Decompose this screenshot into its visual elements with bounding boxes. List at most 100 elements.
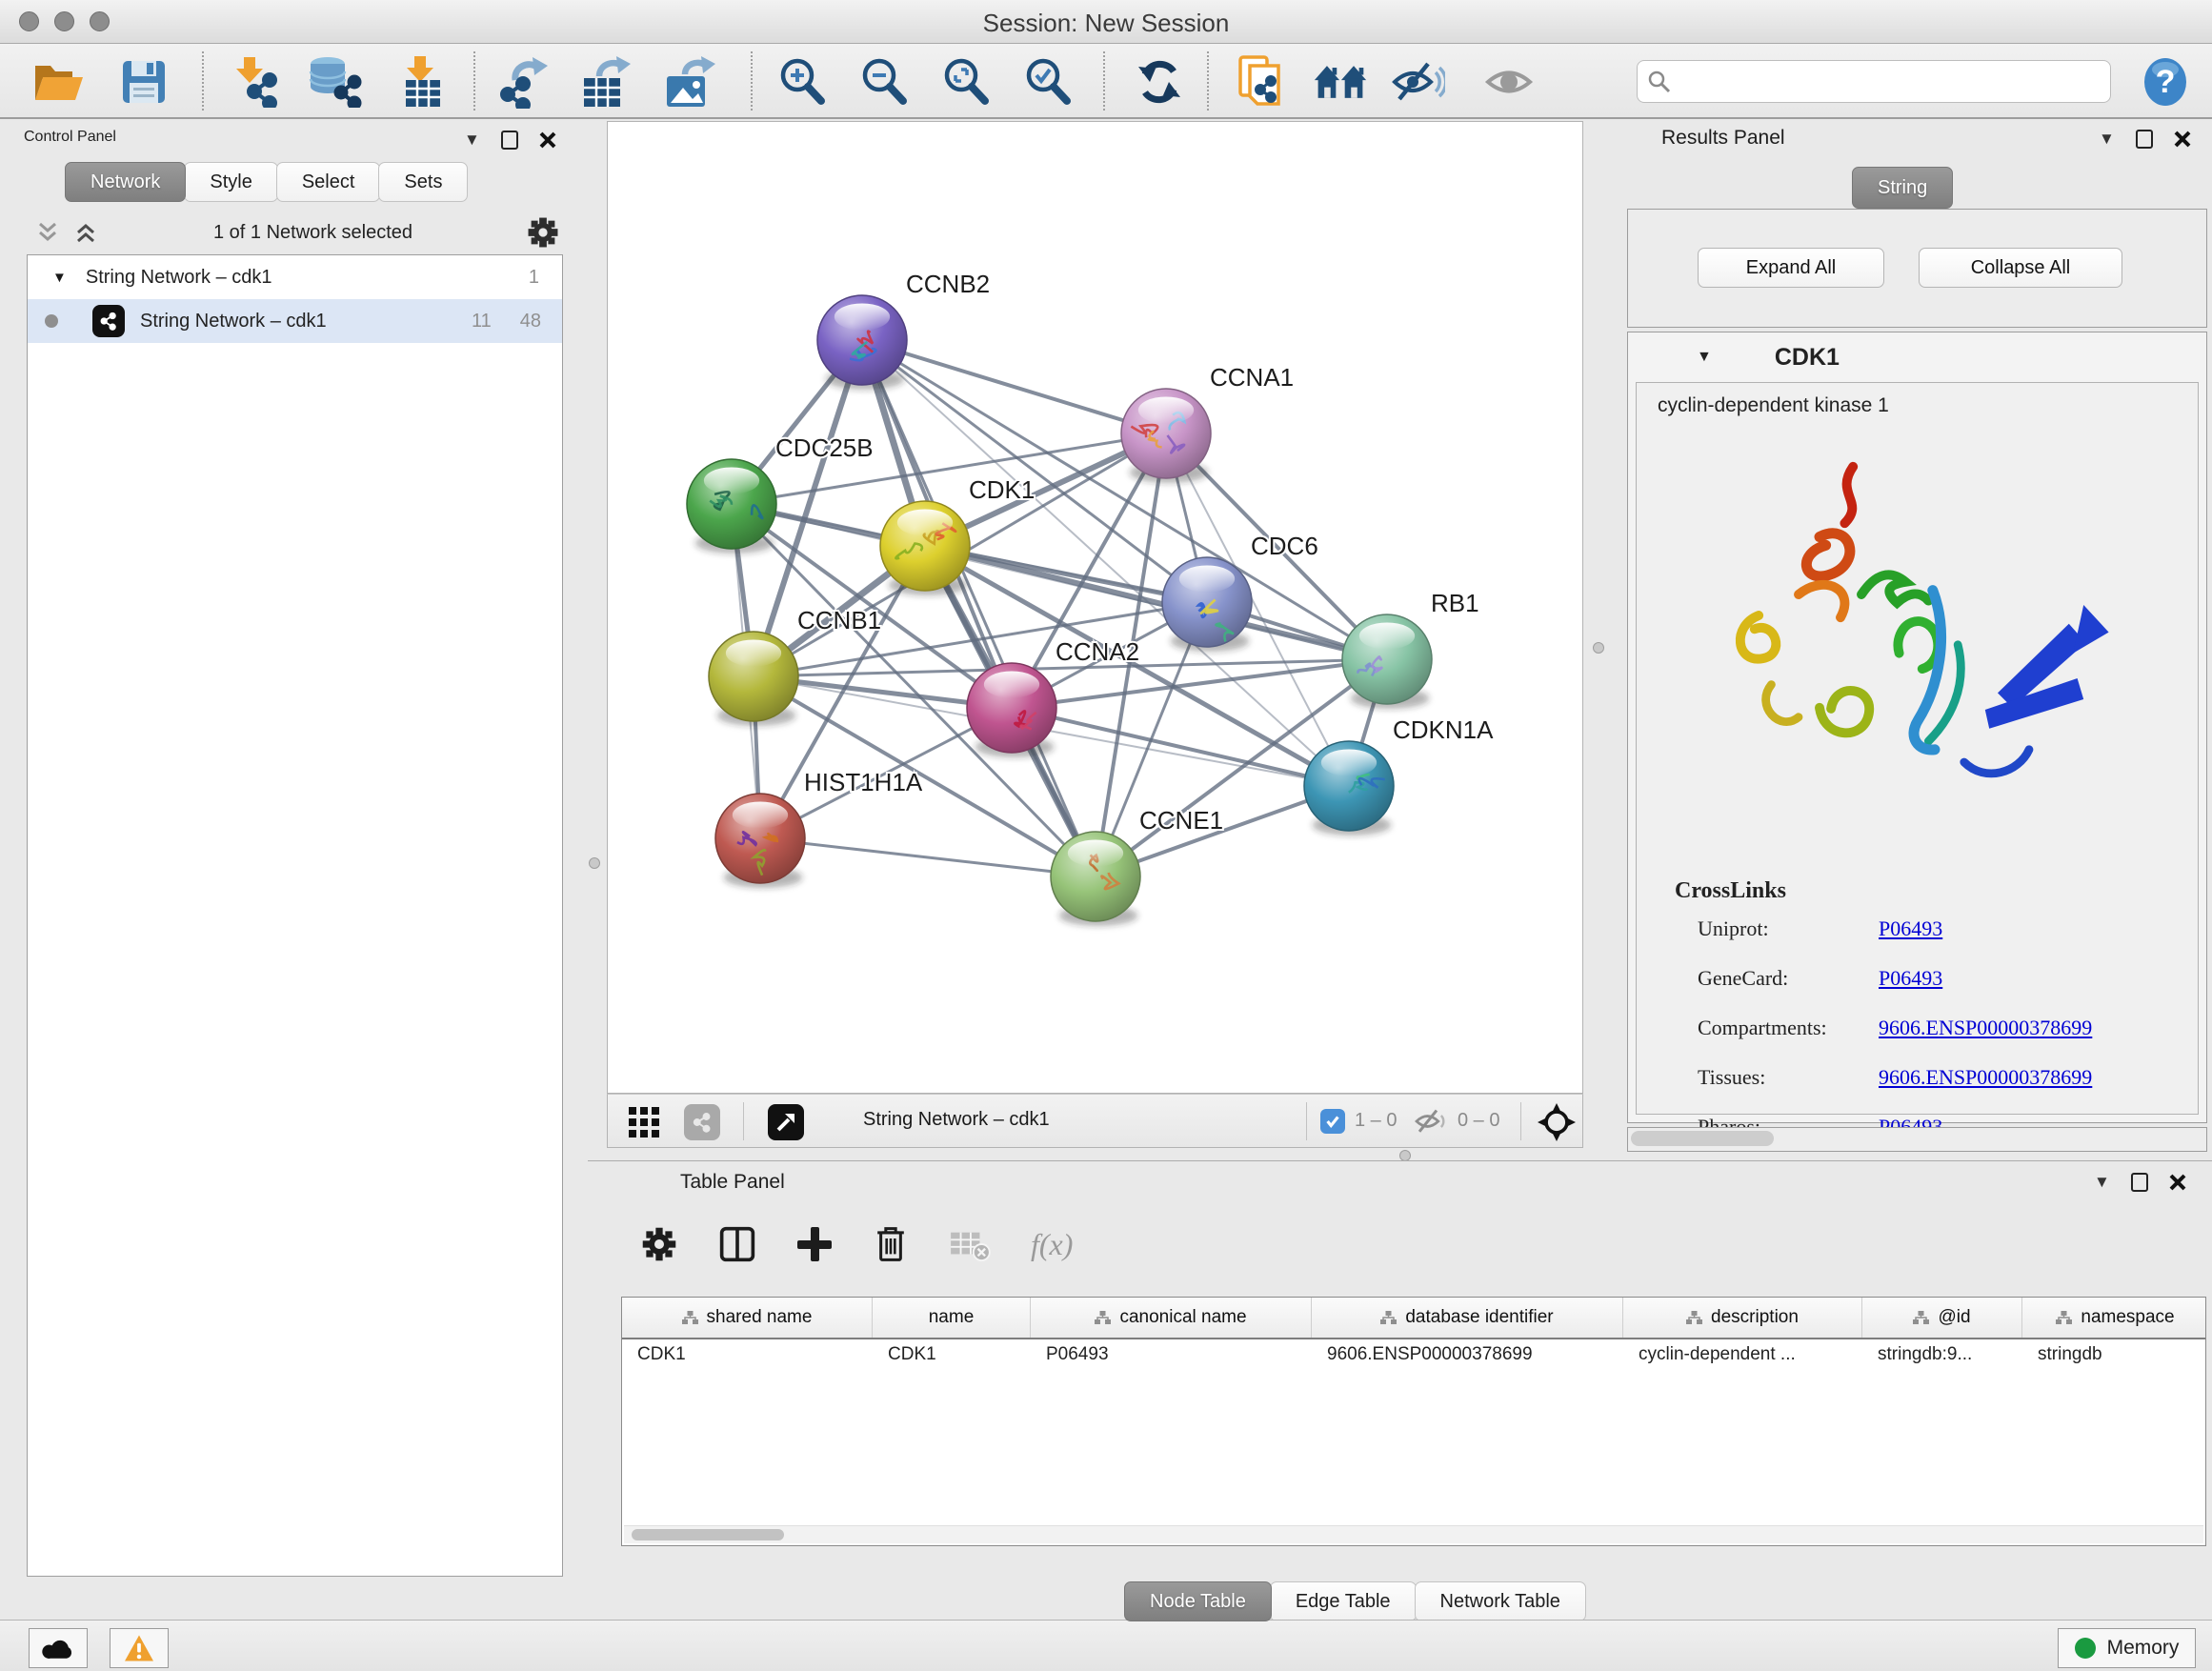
node-table[interactable]: shared namenamecanonical namedatabase id… bbox=[621, 1297, 2206, 1546]
cloud-button[interactable] bbox=[29, 1628, 88, 1668]
table-cell[interactable]: stringdb bbox=[2022, 1339, 2206, 1371]
search-input[interactable] bbox=[1672, 70, 2081, 92]
network-node-CCNB1[interactable] bbox=[709, 632, 798, 726]
network-node-HIST1H1A[interactable] bbox=[715, 794, 805, 888]
left-splitter-handle[interactable] bbox=[589, 857, 600, 869]
crosslink-value-link[interactable]: P06493 bbox=[1879, 916, 1942, 941]
table-float-icon[interactable] bbox=[2131, 1173, 2148, 1192]
table-collapse-icon[interactable]: ▼ bbox=[2094, 1173, 2110, 1192]
refresh-button[interactable] bbox=[1132, 55, 1187, 109]
column-header-databaseidentifier[interactable]: database identifier bbox=[1312, 1298, 1623, 1338]
tab-select[interactable]: Select bbox=[276, 162, 381, 202]
network-edge[interactable] bbox=[760, 838, 1096, 876]
network-edge[interactable] bbox=[862, 340, 1387, 659]
right-splitter-handle[interactable] bbox=[1593, 642, 1604, 654]
tab-edge-table[interactable]: Edge Table bbox=[1270, 1581, 1417, 1621]
network-node-CDKN1A[interactable] bbox=[1304, 741, 1394, 836]
network-node-CCNA2[interactable] bbox=[967, 663, 1056, 757]
collection-row[interactable]: ▼ String Network – cdk1 1 bbox=[28, 255, 562, 299]
network-node-CDC25B[interactable] bbox=[687, 459, 776, 554]
add-column-icon[interactable] bbox=[796, 1226, 833, 1262]
selected-checkbox-icon[interactable] bbox=[1320, 1109, 1345, 1134]
results-collapse-icon[interactable]: ▼ bbox=[2099, 130, 2115, 149]
save-session-button[interactable] bbox=[116, 55, 171, 109]
delete-column-icon[interactable] bbox=[873, 1224, 909, 1264]
crosshair-icon[interactable] bbox=[1538, 1103, 1576, 1146]
table-cell[interactable]: cyclin-dependent ... bbox=[1623, 1339, 1862, 1371]
grid-view-icon[interactable] bbox=[629, 1107, 659, 1142]
tab-network-table[interactable]: Network Table bbox=[1415, 1581, 1586, 1621]
collapse-all-button[interactable]: Collapse All bbox=[1919, 248, 2122, 288]
table-cell[interactable]: P06493 bbox=[1031, 1339, 1312, 1371]
collection-expand-icon[interactable]: ▼ bbox=[52, 270, 67, 286]
crosslink-value-link[interactable]: 9606.ENSP00000378699 bbox=[1879, 1065, 2092, 1090]
zoom-out-button[interactable] bbox=[857, 55, 913, 109]
table-cell[interactable]: CDK1 bbox=[873, 1339, 1031, 1371]
column-header-sharedname[interactable]: shared name bbox=[622, 1298, 873, 1338]
collapse-all-icon[interactable] bbox=[36, 222, 61, 243]
results-scrollbar-track[interactable] bbox=[1627, 1127, 2207, 1152]
tab-network[interactable]: Network bbox=[65, 162, 186, 202]
show-hide-graphics-button[interactable] bbox=[1391, 55, 1446, 109]
network-edge[interactable] bbox=[1012, 708, 1349, 786]
home-button[interactable] bbox=[1313, 55, 1368, 109]
results-tab-string[interactable]: String bbox=[1852, 167, 1953, 209]
crosslink-value-link[interactable]: P06493 bbox=[1879, 966, 1942, 991]
export-network-button[interactable] bbox=[495, 55, 551, 109]
birds-eye-view-icon[interactable] bbox=[768, 1104, 804, 1140]
network-node-CCNB2[interactable] bbox=[817, 295, 907, 390]
table-options-gear-icon[interactable] bbox=[640, 1225, 678, 1263]
tab-node-table[interactable]: Node Table bbox=[1124, 1581, 1272, 1621]
copy-network-button[interactable] bbox=[1235, 55, 1290, 109]
results-float-icon[interactable] bbox=[2136, 130, 2153, 149]
network-row[interactable]: String Network – cdk1 11 48 bbox=[28, 299, 562, 343]
results-close-icon[interactable] bbox=[2174, 131, 2191, 148]
network-node-CCNA1[interactable] bbox=[1121, 389, 1211, 483]
table-close-icon[interactable] bbox=[2169, 1174, 2186, 1191]
expand-all-icon[interactable] bbox=[74, 222, 99, 243]
table-row[interactable]: CDK1CDK1P064939606.ENSP00000378699cyclin… bbox=[622, 1339, 2205, 1371]
eye-button[interactable] bbox=[1482, 55, 1538, 109]
panel-close-icon[interactable] bbox=[539, 131, 556, 149]
search-field[interactable] bbox=[1637, 60, 2111, 103]
column-header-namespace[interactable]: namespace bbox=[2022, 1298, 2206, 1338]
panel-collapse-icon[interactable]: ▼ bbox=[464, 131, 480, 150]
table-hscrollbar-track[interactable] bbox=[624, 1525, 2203, 1543]
column-header-id[interactable]: @id bbox=[1862, 1298, 2022, 1338]
export-image-button[interactable] bbox=[661, 55, 716, 109]
network-node-RB1[interactable] bbox=[1342, 614, 1432, 709]
panel-float-icon[interactable] bbox=[501, 131, 518, 150]
help-button[interactable]: ? bbox=[2138, 55, 2193, 109]
network-edge[interactable] bbox=[862, 340, 1166, 433]
network-node-CDC6[interactable] bbox=[1162, 557, 1252, 652]
export-table-button[interactable] bbox=[577, 55, 633, 109]
protein-expand-icon[interactable]: ▼ bbox=[1697, 349, 1712, 366]
import-table-file-button[interactable] bbox=[394, 55, 450, 109]
protein-header-row[interactable]: ▼ CDK1 bbox=[1628, 332, 2206, 382]
warning-button[interactable] bbox=[110, 1628, 169, 1668]
column-header-canonicalname[interactable]: canonical name bbox=[1031, 1298, 1312, 1338]
table-cell[interactable]: 9606.ENSP00000378699 bbox=[1312, 1339, 1623, 1371]
tab-sets[interactable]: Sets bbox=[378, 162, 468, 202]
network-node-CDK1[interactable] bbox=[880, 501, 970, 595]
network-options-gear-icon[interactable] bbox=[527, 216, 559, 249]
table-cell[interactable]: stringdb:9... bbox=[1862, 1339, 2022, 1371]
crosslink-value-link[interactable]: 9606.ENSP00000378699 bbox=[1879, 1016, 2092, 1040]
network-share-view-icon[interactable] bbox=[684, 1104, 720, 1140]
import-network-file-button[interactable] bbox=[229, 55, 284, 109]
fit-content-button[interactable] bbox=[939, 55, 995, 109]
column-header-description[interactable]: description bbox=[1623, 1298, 1862, 1338]
zoom-in-button[interactable] bbox=[775, 55, 831, 109]
network-node-CCNE1[interactable] bbox=[1051, 832, 1140, 926]
expand-all-button[interactable]: Expand All bbox=[1698, 248, 1884, 288]
import-network-database-button[interactable] bbox=[307, 55, 362, 109]
zoom-selected-button[interactable] bbox=[1021, 55, 1076, 109]
tab-style[interactable]: Style bbox=[184, 162, 277, 202]
results-scrollbar-thumb[interactable] bbox=[1631, 1131, 1774, 1146]
table-hscrollbar-thumb[interactable] bbox=[632, 1529, 784, 1540]
table-cell[interactable]: CDK1 bbox=[622, 1339, 873, 1371]
memory-button[interactable]: Memory bbox=[2058, 1628, 2196, 1668]
show-columns-icon[interactable] bbox=[718, 1225, 756, 1263]
open-session-button[interactable] bbox=[30, 55, 86, 109]
network-canvas[interactable]: CCNB2CCNA1CDC25BCDK1CDC6RB1CCNB1CCNA2CDK… bbox=[607, 121, 1583, 1094]
